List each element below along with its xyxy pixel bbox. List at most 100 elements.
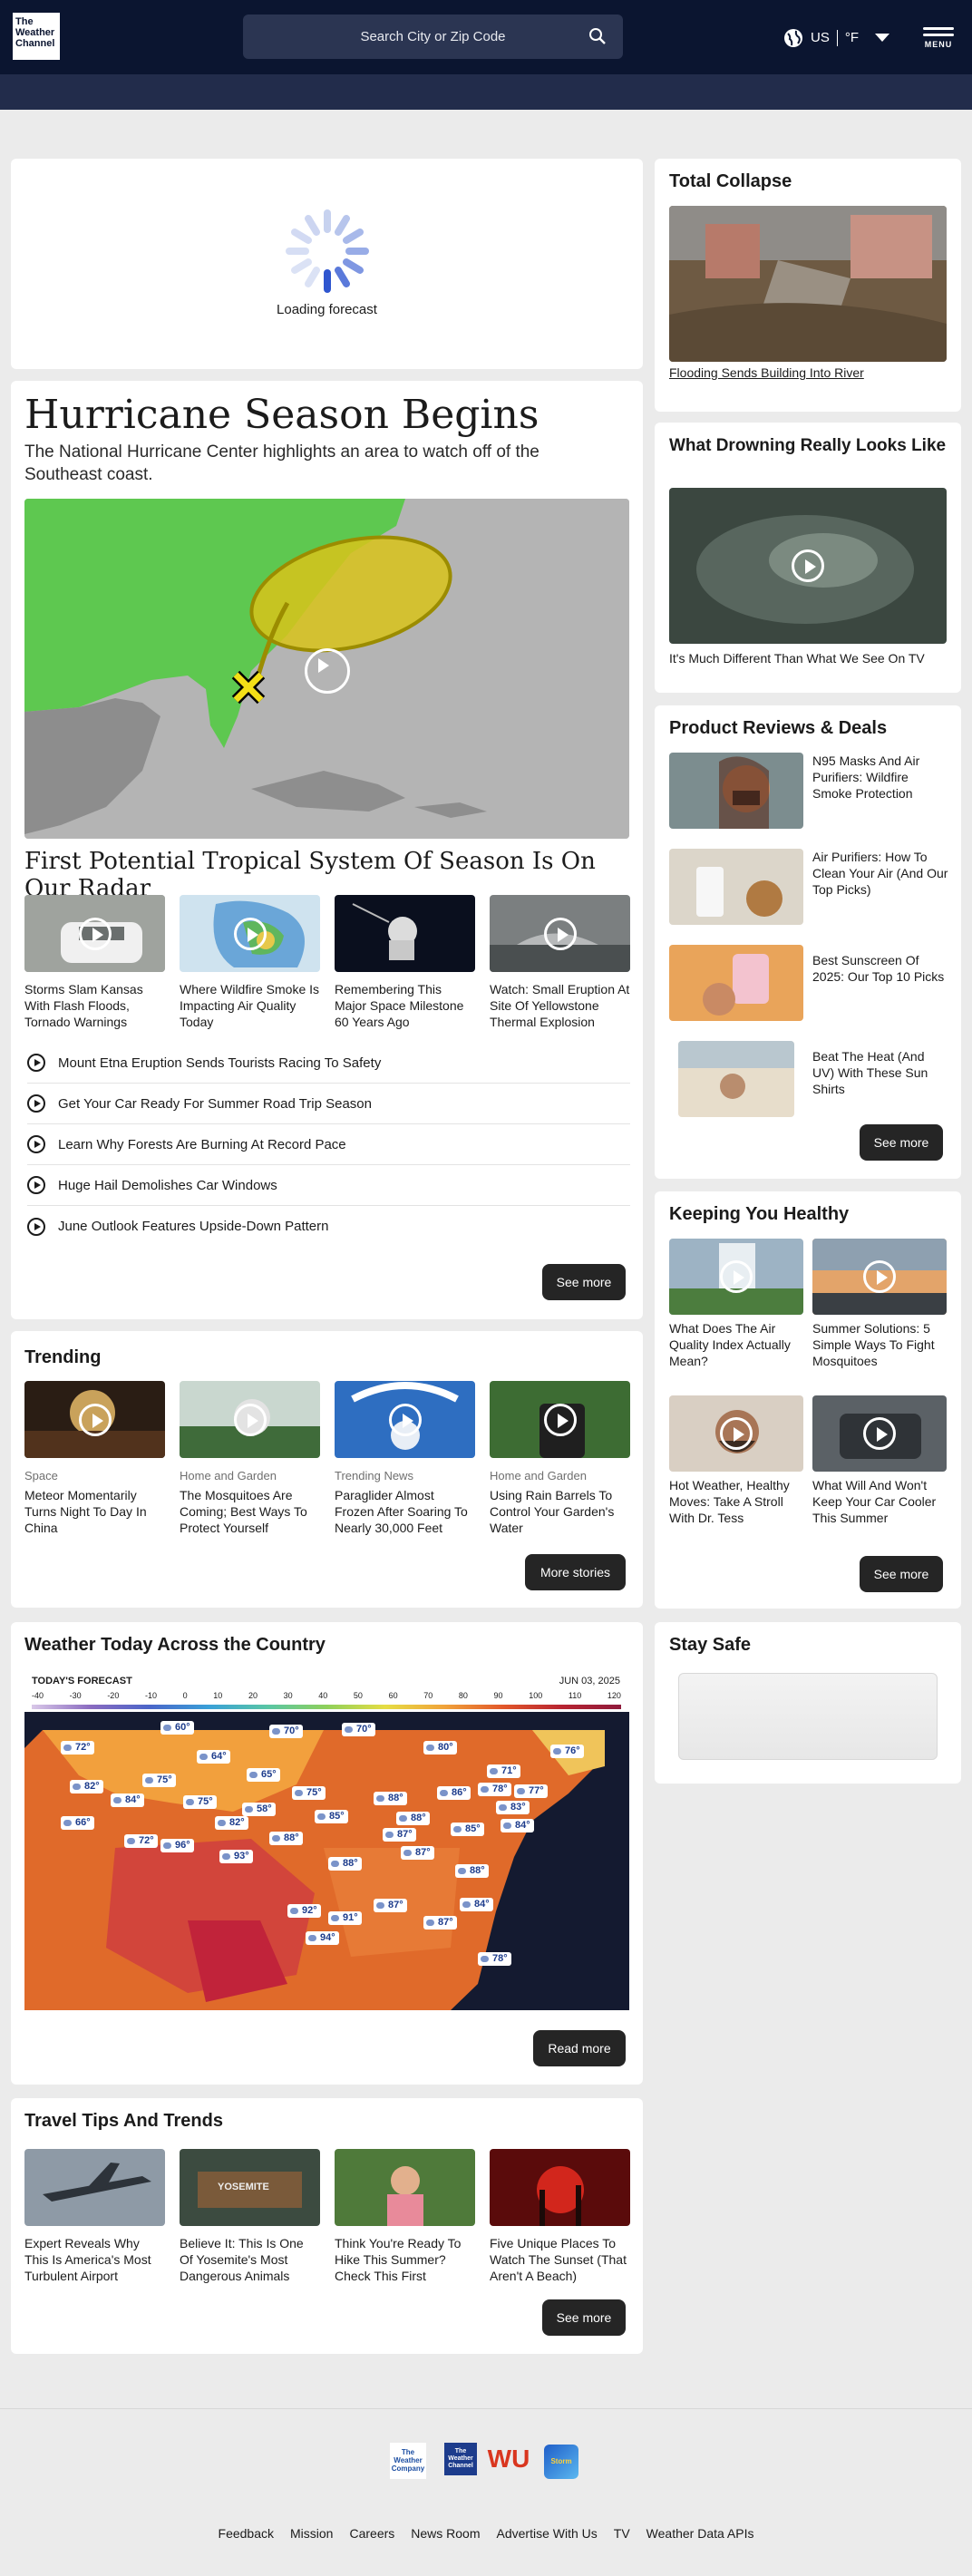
footer-link-weather-api[interactable]: Weather Data APIs bbox=[646, 2526, 754, 2541]
travel-thumb-airport[interactable] bbox=[24, 2149, 165, 2226]
video-thumb-space[interactable] bbox=[335, 895, 475, 972]
play-icon[interactable] bbox=[792, 549, 824, 582]
travel-thumb-hike[interactable] bbox=[335, 2149, 475, 2226]
footer-link-mission[interactable]: Mission bbox=[290, 2526, 333, 2541]
temperature-value: 88° bbox=[411, 1813, 426, 1823]
more-stories-button[interactable]: More stories bbox=[525, 1554, 626, 1590]
travel-caption[interactable]: Think You're Ready To Hike This Summer? … bbox=[335, 2235, 475, 2284]
footer-link-feedback[interactable]: Feedback bbox=[219, 2526, 274, 2541]
trending-thumb-meteor[interactable] bbox=[24, 1381, 165, 1458]
play-icon[interactable] bbox=[79, 918, 112, 950]
storm-radar-logo[interactable]: Storm bbox=[544, 2445, 578, 2479]
review-caption[interactable]: N95 Masks And Air Purifiers: Wildfire Sm… bbox=[812, 753, 948, 802]
locale-selector[interactable]: US °F bbox=[783, 25, 890, 51]
play-icon[interactable] bbox=[234, 1404, 267, 1436]
play-icon[interactable] bbox=[863, 1260, 896, 1293]
footer-link-advertise[interactable]: Advertise With Us bbox=[497, 2526, 598, 2541]
weather-channel-footer-logo[interactable]: The Weather Channel bbox=[444, 2443, 477, 2475]
see-more-button[interactable]: See more bbox=[542, 1264, 626, 1300]
temperature-value: 87° bbox=[438, 1917, 453, 1928]
play-icon[interactable] bbox=[389, 1404, 422, 1436]
healthy-thumb-car[interactable] bbox=[812, 1395, 947, 1472]
search-icon[interactable] bbox=[588, 27, 607, 45]
scale-tick: 10 bbox=[213, 1691, 223, 1700]
play-icon[interactable] bbox=[79, 1404, 112, 1436]
video-thumb-smoke[interactable] bbox=[180, 895, 320, 972]
healthy-thumb-stroll[interactable] bbox=[669, 1395, 803, 1472]
see-more-button[interactable]: See more bbox=[542, 2299, 626, 2336]
scale-tick: 60 bbox=[388, 1691, 398, 1700]
trending-caption[interactable]: The Mosquitoes Are Coming; Best Ways To … bbox=[180, 1487, 320, 1536]
travel-caption[interactable]: Expert Reveals Why This Is America's Mos… bbox=[24, 2235, 165, 2284]
footer-link-news-room[interactable]: News Room bbox=[411, 2526, 480, 2541]
play-icon[interactable] bbox=[234, 918, 267, 950]
temperature-pin: 66° bbox=[61, 1816, 94, 1830]
video-thumb-yellowstone[interactable] bbox=[490, 895, 630, 972]
healthy-caption[interactable]: What Will And Won't Keep Your Car Cooler… bbox=[812, 1477, 947, 1526]
travel-thumb-yosemite[interactable]: YOSEMITE bbox=[180, 2149, 320, 2226]
trending-caption[interactable]: Paraglider Almost Frozen After Soaring T… bbox=[335, 1487, 475, 1536]
trending-caption[interactable]: Using Rain Barrels To Control Your Garde… bbox=[490, 1487, 630, 1536]
video-link-row[interactable]: June Outlook Features Upside-Down Patter… bbox=[27, 1206, 630, 1247]
temperature-value: 70° bbox=[284, 1725, 299, 1736]
see-more-button[interactable]: See more bbox=[860, 1124, 943, 1161]
hurricane-video[interactable] bbox=[24, 499, 629, 839]
video-link-row[interactable]: Get Your Car Ready For Summer Road Trip … bbox=[27, 1084, 630, 1124]
video-caption[interactable]: Where Wildfire Smoke Is Impacting Air Qu… bbox=[180, 981, 320, 1030]
temperature-value: 65° bbox=[261, 1769, 277, 1780]
drowning-card: What Drowning Really Looks Like It's Muc… bbox=[655, 423, 961, 693]
play-icon[interactable] bbox=[544, 918, 577, 950]
review-thumb-mask[interactable] bbox=[669, 753, 803, 829]
trending-caption[interactable]: Meteor Momentarily Turns Night To Day In… bbox=[24, 1487, 165, 1536]
healthy-caption[interactable]: Hot Weather, Healthy Moves: Take A Strol… bbox=[669, 1477, 803, 1526]
video-link-row[interactable]: Huge Hail Demolishes Car Windows bbox=[27, 1165, 630, 1206]
wunderground-logo[interactable]: WU bbox=[486, 2443, 531, 2475]
temperature-pin: 92° bbox=[287, 1904, 321, 1918]
forecast-map[interactable]: TODAY'S FORECAST JUN 03, 2025 -40 -30 -20-… bbox=[24, 1670, 629, 2010]
trending-thumb-mosquito[interactable] bbox=[180, 1381, 320, 1458]
see-more-button[interactable]: See more bbox=[860, 1556, 943, 1592]
video-caption[interactable]: Remembering This Major Space Milestone 6… bbox=[335, 981, 475, 1030]
search-input[interactable]: Search City or Zip Code bbox=[243, 15, 623, 59]
play-icon[interactable] bbox=[720, 1417, 753, 1450]
play-icon[interactable] bbox=[305, 648, 350, 694]
trending-thumb-rain-barrel[interactable] bbox=[490, 1381, 630, 1458]
healthy-thumb-mosquito[interactable] bbox=[812, 1239, 947, 1315]
video-caption[interactable]: Watch: Small Eruption At Site Of Yellows… bbox=[490, 981, 630, 1030]
review-caption[interactable]: Air Purifiers: How To Clean Your Air (An… bbox=[812, 849, 948, 898]
review-caption[interactable]: Best Sunscreen Of 2025: Our Top 10 Picks bbox=[812, 952, 948, 985]
video-link-text: Get Your Car Ready For Summer Road Trip … bbox=[58, 1095, 372, 1112]
review-caption[interactable]: Beat The Heat (And UV) With These Sun Sh… bbox=[812, 1048, 948, 1097]
total-collapse-image[interactable] bbox=[669, 206, 947, 362]
travel-thumb-sunset[interactable] bbox=[490, 2149, 630, 2226]
temperature-value: 60° bbox=[175, 1722, 190, 1733]
review-thumb-purifier[interactable] bbox=[669, 849, 803, 925]
healthy-caption[interactable]: Summer Solutions: 5 Simple Ways To Fight… bbox=[812, 1320, 947, 1369]
healthy-caption[interactable]: What Does The Air Quality Index Actually… bbox=[669, 1320, 803, 1369]
play-icon[interactable] bbox=[544, 1404, 577, 1436]
play-icon[interactable] bbox=[720, 1260, 753, 1293]
drowning-caption[interactable]: It's Much Different Than What We See On … bbox=[669, 651, 925, 666]
play-icon[interactable] bbox=[863, 1417, 896, 1450]
review-thumb-sun-shirt[interactable] bbox=[678, 1041, 794, 1117]
trending-thumb-paraglider[interactable] bbox=[335, 1381, 475, 1458]
travel-caption[interactable]: Believe It: This Is One Of Yosemite's Mo… bbox=[180, 2235, 320, 2284]
total-collapse-caption[interactable]: Flooding Sends Building Into River bbox=[669, 365, 864, 380]
video-link-row[interactable]: Mount Etna Eruption Sends Tourists Racin… bbox=[27, 1043, 630, 1084]
weather-channel-logo[interactable]: The Weather Channel bbox=[11, 11, 62, 62]
hero-video-title[interactable]: First Potential Tropical System Of Seaso… bbox=[24, 848, 643, 902]
video-thumb-kansas[interactable] bbox=[24, 895, 165, 972]
healthy-thumb-aqi[interactable] bbox=[669, 1239, 803, 1315]
footer-link-tv[interactable]: TV bbox=[614, 2526, 630, 2541]
footer-link-careers[interactable]: Careers bbox=[349, 2526, 394, 2541]
travel-caption[interactable]: Five Unique Places To Watch The Sunset (… bbox=[490, 2235, 630, 2284]
video-caption[interactable]: Storms Slam Kansas With Flash Floods, To… bbox=[24, 981, 165, 1030]
stay-safe-widget[interactable] bbox=[678, 1673, 938, 1760]
drowning-video[interactable] bbox=[669, 488, 947, 644]
weather-company-logo[interactable]: The Weather Company bbox=[390, 2443, 426, 2479]
menu-button[interactable]: MENU bbox=[923, 27, 954, 51]
review-thumb-sunscreen[interactable] bbox=[669, 945, 803, 1021]
video-link-row[interactable]: Learn Why Forests Are Burning At Record … bbox=[27, 1124, 630, 1165]
read-more-button[interactable]: Read more bbox=[533, 2030, 626, 2066]
hero-title[interactable]: Hurricane Season Begins bbox=[24, 392, 539, 438]
